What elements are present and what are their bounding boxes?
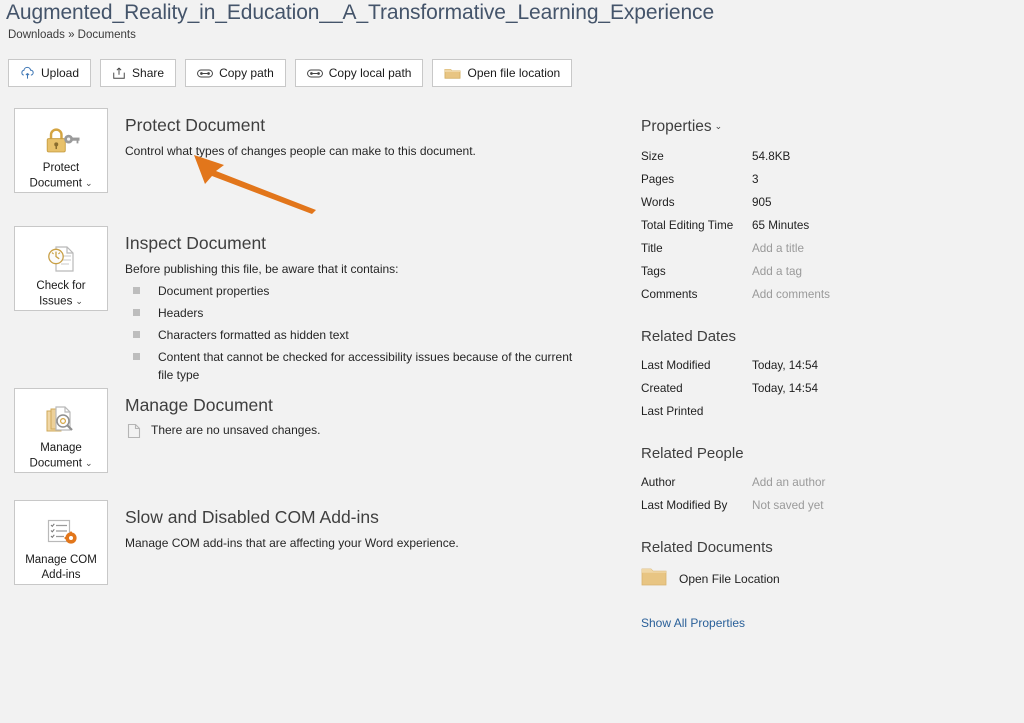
property-row-words: Words 905	[641, 196, 772, 209]
manage-document-button[interactable]: Manage Document ⌄	[14, 388, 108, 473]
related-people-row-last-modified-by: Last Modified By Not saved yet	[641, 494, 1011, 517]
protect-document-body: Protect Document Control what types of c…	[125, 108, 476, 160]
inspect-document-findings: Document properties Headers Characters f…	[125, 282, 578, 384]
manage-com-addins-button[interactable]: Manage COM Add-ins	[14, 500, 108, 585]
protect-document-description: Control what types of changes people can…	[125, 144, 476, 158]
inspect-document-body: Inspect Document Before publishing this …	[125, 226, 578, 388]
author-input[interactable]: Add an author	[752, 471, 825, 494]
related-date-row-created: Created Today, 14:54	[641, 382, 819, 395]
section-protect-document: Protect Document ⌄ Protect Document Contr…	[0, 108, 620, 226]
section-manage-document: Manage Document ⌄ Manage Document There a…	[0, 388, 620, 500]
share-button[interactable]: Share	[100, 59, 177, 87]
related-date-row-last-modified: Last Modified Today, 14:54	[641, 359, 819, 372]
properties-panel: Properties ⌄ Size 54.8KB Pages 3 Words 90…	[641, 118, 1011, 632]
copy-local-path-button-label: Copy local path	[328, 66, 412, 80]
backstage-info-page: Augmented_Reality_in_Education__A_Transf…	[0, 0, 1024, 723]
property-row-pages: Pages 3	[641, 173, 759, 186]
open-file-location-link-label: Open File Location	[679, 571, 780, 586]
chevron-down-icon: ⌄	[75, 296, 83, 306]
cloud-upload-icon	[20, 66, 35, 80]
comments-input[interactable]: Add comments	[752, 283, 830, 306]
manage-document-note: There are no unsaved changes.	[125, 423, 320, 442]
chevron-down-icon: ⌄	[714, 121, 723, 132]
inspect-document-title: Inspect Document	[125, 233, 267, 253]
inspect-document-description: Before publishing this file, be aware th…	[125, 262, 399, 276]
bullet-square-icon	[133, 287, 140, 294]
copy-path-button-label: Copy path	[219, 66, 274, 80]
property-row-size: Size 54.8KB	[641, 150, 791, 163]
related-people-heading: Related People	[641, 445, 744, 462]
com-addins-title: Slow and Disabled COM Add-ins	[125, 507, 379, 527]
share-button-label: Share	[132, 66, 165, 80]
properties-heading[interactable]: Properties ⌄	[641, 118, 722, 136]
info-sections: Protect Document ⌄ Protect Document Contr…	[0, 108, 620, 600]
com-addins-description: Manage COM add-ins that are affecting yo…	[125, 536, 459, 550]
properties-rows: Size 54.8KB Pages 3 Words 905 Total Edit…	[641, 145, 1011, 306]
list-item: Characters formatted as hidden text	[125, 326, 578, 344]
related-dates-heading: Related Dates	[641, 328, 737, 345]
checklist-gear-icon	[44, 513, 78, 553]
link-icon	[197, 68, 214, 79]
list-item: Document properties	[125, 282, 578, 300]
related-people-row-author: Author Add an author	[641, 471, 1011, 494]
share-icon	[112, 66, 126, 80]
manage-document-button-label: Manage Document ⌄	[29, 442, 93, 470]
bullet-square-icon	[133, 353, 140, 360]
related-people-rows: Author Add an author Last Modified By No…	[641, 471, 1011, 517]
related-dates-rows: Last Modified Today, 14:54 Created Today…	[641, 354, 1011, 423]
com-addins-body: Slow and Disabled COM Add-ins Manage COM…	[125, 500, 459, 552]
property-row-comments: Comments Add comments	[641, 283, 1011, 306]
open-file-location-button[interactable]: Open file location	[432, 59, 573, 87]
lock-key-icon	[42, 121, 80, 161]
check-for-issues-button[interactable]: Check for Issues ⌄	[14, 226, 108, 311]
list-item: Content that cannot be checked for acces…	[125, 348, 578, 384]
list-item: Headers	[125, 304, 578, 322]
bullet-square-icon	[133, 331, 140, 338]
document-inspect-icon	[44, 239, 78, 279]
open-file-location-link[interactable]: Open File Location	[641, 565, 1011, 592]
manage-document-title: Manage Document	[125, 395, 273, 415]
property-row-tags: Tags Add a tag	[641, 260, 1011, 283]
tags-input[interactable]: Add a tag	[752, 260, 802, 283]
folder-icon	[444, 66, 461, 80]
check-for-issues-button-label: Check for Issues ⌄	[36, 280, 86, 308]
related-date-row-last-printed: Last Printed	[641, 405, 704, 418]
link-icon	[306, 68, 323, 79]
upload-button-label: Upload	[41, 66, 80, 80]
section-com-addins: Manage COM Add-ins Slow and Disabled COM…	[0, 500, 620, 600]
document-stack-search-icon	[43, 401, 79, 441]
protect-document-button[interactable]: Protect Document ⌄	[14, 108, 108, 193]
bullet-square-icon	[133, 309, 140, 316]
protect-document-title: Protect Document	[125, 115, 266, 135]
file-actions-toolbar: Upload Share Copy path Copy local path O…	[8, 59, 573, 87]
property-row-title: Title Add a title	[641, 237, 1011, 260]
manage-document-body: Manage Document There are no unsaved cha…	[125, 388, 320, 442]
title-input[interactable]: Add a title	[752, 237, 804, 260]
show-all-properties-link[interactable]: Show All Properties	[641, 616, 745, 630]
chevron-down-icon: ⌄	[84, 458, 93, 468]
chevron-down-icon: ⌄	[84, 178, 93, 188]
section-inspect-document: Check for Issues ⌄ Inspect Document Befor…	[0, 226, 620, 388]
upload-button[interactable]: Upload	[8, 59, 92, 87]
breadcrumb: Downloads » Documents	[8, 29, 136, 41]
property-row-total-editing-time: Total Editing Time 65 Minutes	[641, 219, 810, 232]
related-documents-heading: Related Documents	[641, 539, 773, 556]
open-file-location-button-label: Open file location	[467, 66, 561, 80]
page-title: Augmented_Reality_in_Education__A_Transf…	[6, 1, 715, 24]
manage-com-addins-button-label: Manage COM Add-ins	[25, 554, 97, 581]
folder-icon	[641, 565, 667, 592]
copy-local-path-button[interactable]: Copy local path	[294, 59, 424, 87]
copy-path-button[interactable]: Copy path	[185, 59, 286, 87]
last-modified-by-value: Not saved yet	[752, 499, 824, 512]
page-icon	[127, 423, 141, 442]
protect-document-button-label: Protect Document ⌄	[29, 162, 93, 190]
